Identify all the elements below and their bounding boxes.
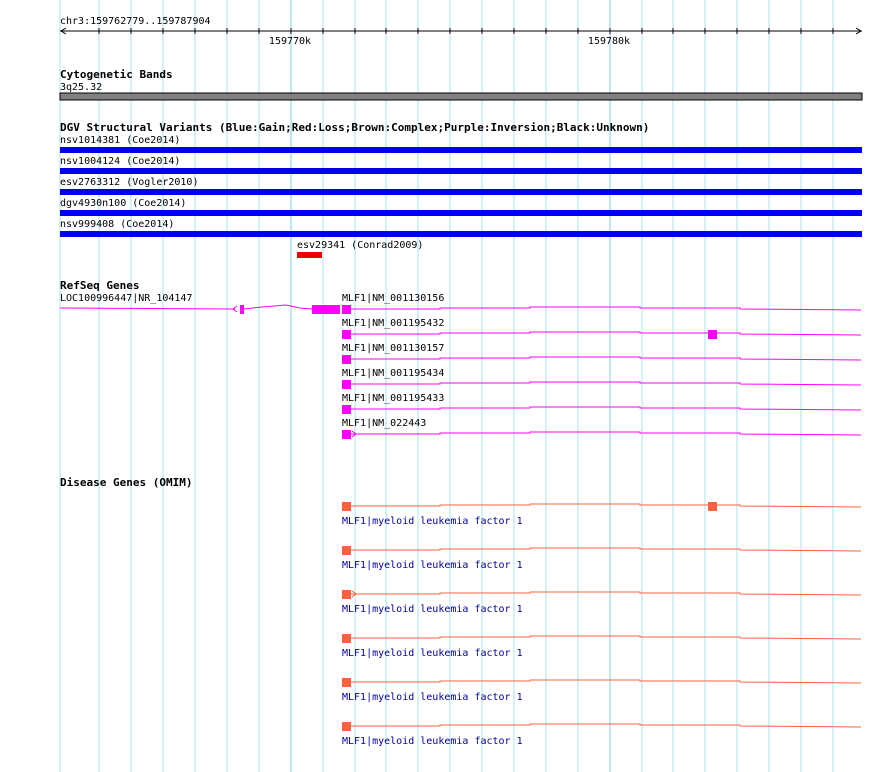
loc-gene-line[interactable] — [59, 304, 313, 310]
track-title: RefSeq Genes — [60, 279, 139, 292]
exon[interactable] — [342, 590, 351, 599]
exon[interactable] — [708, 502, 717, 511]
exon[interactable] — [342, 405, 351, 414]
gene-label[interactable]: MLF1|NM_001130157 — [342, 343, 444, 354]
intron-line[interactable] — [351, 591, 862, 596]
band-bar[interactable] — [59, 92, 863, 101]
intron-line[interactable] — [351, 723, 862, 728]
gene-label[interactable]: MLF1|NM_022443 — [342, 418, 426, 429]
variant-bar[interactable] — [60, 189, 862, 195]
exon[interactable] — [342, 330, 351, 339]
variant-label[interactable]: esv2763312 (Vogler2010) — [60, 177, 198, 188]
variant-label[interactable]: nsv1014381 (Coe2014) — [60, 135, 180, 146]
exon[interactable] — [312, 305, 340, 314]
intron-line[interactable] — [351, 306, 862, 311]
genome-browser-view: chr3:159762779..159787904 159770k 159780… — [0, 0, 890, 772]
track-title: Disease Genes (OMIM) — [60, 476, 192, 489]
variant-bar[interactable] — [60, 168, 862, 174]
gene-label[interactable]: MLF1|myeloid leukemia factor 1 — [342, 604, 523, 615]
exon[interactable] — [342, 722, 351, 731]
variant-bar[interactable] — [60, 147, 862, 153]
ruler-position: chr3:159762779..159787904 — [60, 16, 211, 27]
variant-label[interactable]: nsv999408 (Coe2014) — [60, 219, 174, 230]
exon[interactable] — [342, 355, 351, 364]
track-canvas[interactable]: chr3:159762779..159787904 159770k 159780… — [0, 0, 890, 772]
exon[interactable] — [708, 330, 717, 339]
gene-label[interactable]: MLF1|myeloid leukemia factor 1 — [342, 648, 523, 659]
gene-label[interactable]: MLF1|myeloid leukemia factor 1 — [342, 736, 523, 747]
dgv-track: DGV Structural Variants (Blue:Gain;Red:L… — [60, 121, 862, 258]
gene-label[interactable]: MLF1|myeloid leukemia factor 1 — [342, 516, 523, 527]
variant-label[interactable]: dgv4930n100 (Coe2014) — [60, 198, 186, 209]
intron-line[interactable] — [351, 381, 862, 386]
ruler: chr3:159762779..159787904 159770k 159780… — [60, 16, 862, 47]
exon[interactable] — [342, 430, 351, 439]
exon[interactable] — [342, 678, 351, 687]
track-title: Cytogenetic Bands — [60, 68, 173, 81]
exon[interactable] — [342, 305, 351, 314]
intron-line[interactable] — [351, 356, 862, 361]
exon[interactable] — [240, 305, 244, 314]
band-label: 3q25.32 — [60, 82, 102, 93]
intron-line[interactable] — [351, 431, 862, 436]
intron-line[interactable] — [351, 635, 862, 640]
exon[interactable] — [342, 380, 351, 389]
gene-label[interactable]: MLF1|NM_001195434 — [342, 368, 444, 379]
variant-bar[interactable] — [60, 210, 862, 216]
variant-bar[interactable] — [297, 252, 322, 258]
gene-label[interactable]: MLF1|myeloid leukemia factor 1 — [342, 560, 523, 571]
variant-bar[interactable] — [60, 231, 862, 237]
variant-label[interactable]: nsv1004124 (Coe2014) — [60, 156, 180, 167]
exon[interactable] — [342, 546, 351, 555]
variant-label[interactable]: esv29341 (Conrad2009) — [297, 240, 423, 251]
intron-line[interactable] — [351, 331, 862, 336]
tick-label: 159780k — [588, 36, 630, 47]
omim-track: Disease Genes (OMIM) MLF1|myeloid leukem… — [60, 476, 862, 747]
gene-label[interactable]: LOC100996447|NR_104147 — [60, 293, 192, 304]
tick-label: 159770k — [269, 36, 311, 47]
gene-label[interactable]: MLF1|NM_001130156 — [342, 293, 444, 304]
cytoband-track: Cytogenetic Bands 3q25.32 — [59, 68, 863, 101]
intron-line[interactable] — [351, 547, 862, 552]
gene-label[interactable]: MLF1|NM_001195432 — [342, 318, 444, 329]
intron-line[interactable] — [351, 406, 862, 411]
intron-line[interactable] — [351, 679, 862, 684]
exon[interactable] — [342, 502, 351, 511]
track-title: DGV Structural Variants (Blue:Gain;Red:L… — [60, 121, 649, 134]
gene-label[interactable]: MLF1|NM_001195433 — [342, 393, 444, 404]
refseq-track: RefSeq Genes LOC100996447|NR_104147 MLF1… — [59, 279, 862, 439]
gene-label[interactable]: MLF1|myeloid leukemia factor 1 — [342, 692, 523, 703]
intron-line[interactable] — [351, 503, 862, 508]
exon[interactable] — [342, 634, 351, 643]
